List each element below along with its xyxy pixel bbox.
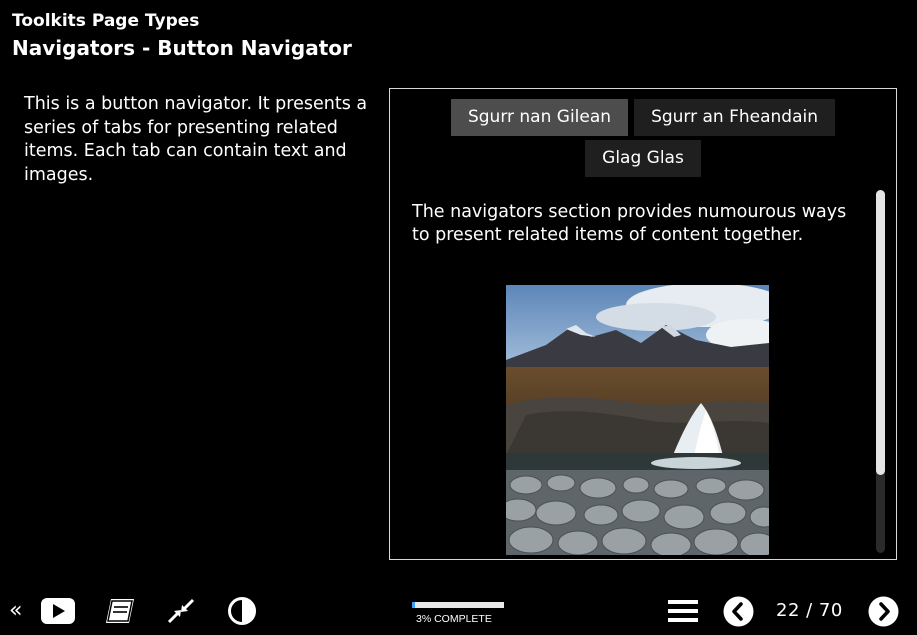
mountain-waterfall-photo [506, 285, 769, 555]
page-counter: 22 / 70 [776, 600, 843, 621]
footer-toolbar: « 3% COMPLETE 22 / 70 [0, 588, 917, 635]
menu-icon[interactable] [667, 598, 699, 624]
scrollbar-thumb[interactable] [876, 190, 885, 475]
navigator-content-text: The navigators section provides numourou… [412, 202, 847, 245]
page-subtitle: Toolkits Page Types [12, 11, 200, 31]
progress-bar [412, 602, 504, 608]
tab-glag-glas[interactable]: Glag Glas [585, 140, 701, 177]
page-title: Navigators - Button Navigator [12, 36, 352, 60]
play-video-icon[interactable] [40, 597, 76, 625]
contrast-icon[interactable] [227, 596, 257, 626]
next-icon[interactable] [868, 596, 899, 627]
content-scrollbar[interactable] [876, 190, 885, 553]
glossary-book-icon[interactable] [103, 596, 137, 626]
tab-sgurr-an-fheandain[interactable]: Sgurr an Fheandain [634, 99, 836, 136]
double-chevron-left-icon[interactable]: « [9, 600, 22, 622]
progress-label: 3% COMPLETE [416, 613, 492, 625]
button-navigator-panel: Sgurr nan Gilean Sgurr an Fheandain Glag … [389, 88, 897, 560]
previous-icon[interactable] [723, 596, 754, 627]
intro-text: This is a button navigator. It presents … [24, 94, 368, 185]
page-header: Toolkits Page Types Navigators - Button … [12, 10, 352, 62]
tab-sgurr-nan-gilean[interactable]: Sgurr nan Gilean [450, 99, 629, 136]
collapse-icon[interactable] [166, 597, 196, 625]
navigator-tabs: Sgurr nan Gilean Sgurr an Fheandain Glag … [390, 99, 896, 181]
progress-fill [412, 602, 415, 608]
